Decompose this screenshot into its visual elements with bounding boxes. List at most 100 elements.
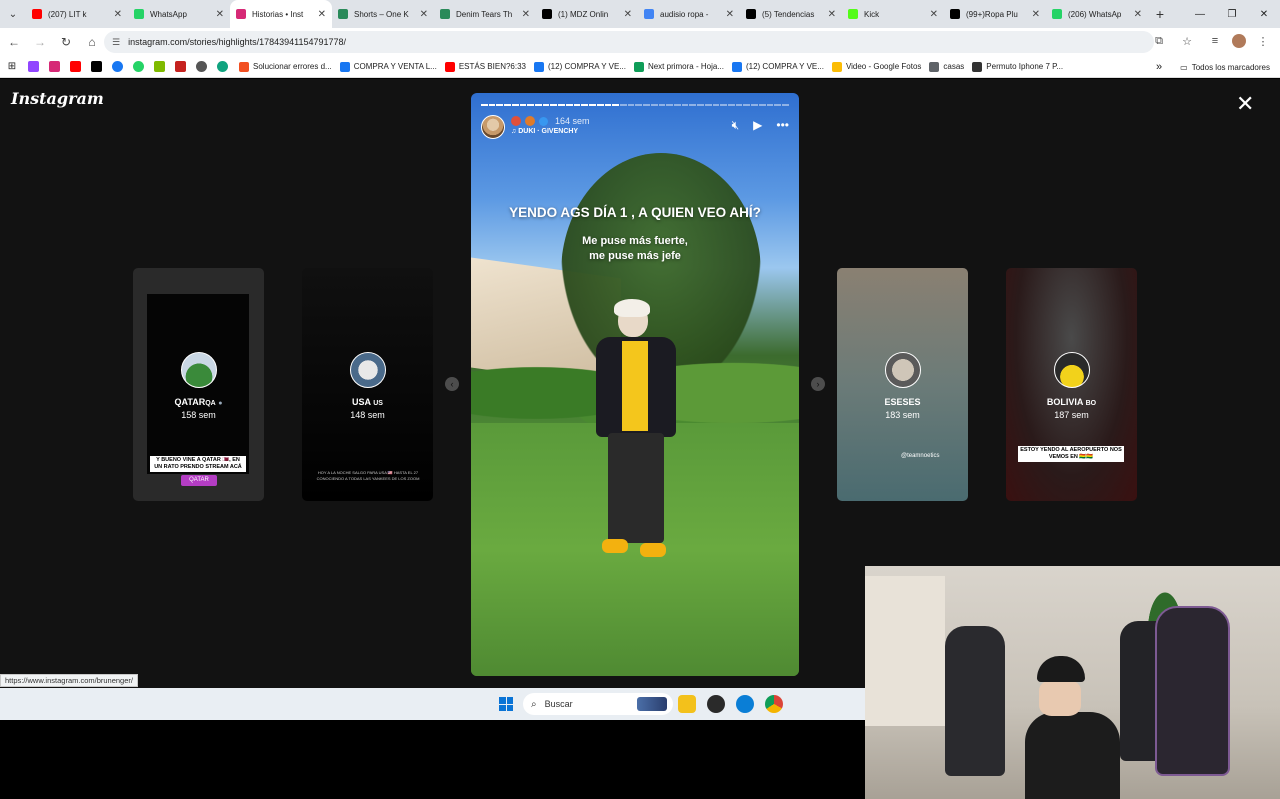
- facebook-bookmark-icon[interactable]: [108, 58, 126, 76]
- youtube-bookmark-icon[interactable]: [66, 58, 84, 76]
- tab-close-icon[interactable]: ✕: [318, 9, 326, 20]
- next-story-arrow[interactable]: ›: [811, 377, 825, 391]
- bookmark-item[interactable]: Next primora - Hoja...: [633, 61, 724, 72]
- chatgpt-bookmark-icon[interactable]: [213, 58, 231, 76]
- forward-icon[interactable]: →: [28, 30, 52, 54]
- tab-close-icon[interactable]: ✕: [522, 9, 530, 20]
- home-icon[interactable]: ⌂: [80, 30, 104, 54]
- windows-bookmark-icon[interactable]: [150, 58, 168, 76]
- search-label: Buscar: [544, 699, 573, 709]
- progress-segment: [782, 104, 789, 106]
- mute-icon[interactable]: 🔇︎: [732, 118, 740, 133]
- windows-start-icon[interactable]: [499, 697, 513, 711]
- progress-segment: [596, 104, 604, 106]
- more-options-icon[interactable]: •••: [776, 118, 789, 133]
- tab-close-icon[interactable]: ✕: [1032, 9, 1040, 20]
- bookmark-item[interactable]: (12) COMPRA Y VE...: [731, 61, 824, 72]
- tab-close-icon[interactable]: ✕: [624, 9, 632, 20]
- tab-close-icon[interactable]: ✕: [1134, 9, 1142, 20]
- chrome-icon[interactable]: [765, 695, 783, 713]
- browser-tab[interactable]: (206) WhatsAp ✕: [1046, 0, 1148, 28]
- browser-tab[interactable]: Kick ✕: [842, 0, 944, 28]
- bookmark-item[interactable]: Video - Google Fotos: [831, 61, 921, 72]
- apps-icon[interactable]: ⊞: [3, 58, 21, 76]
- browser-tab[interactable]: audisio ropa - ✕: [638, 0, 740, 28]
- emoji-icon: [511, 116, 521, 126]
- restore-icon[interactable]: ❐: [1216, 0, 1248, 28]
- tab-close-icon[interactable]: ✕: [216, 9, 224, 20]
- tab-title: (5) Tendencias: [762, 9, 815, 19]
- instagram-logo[interactable]: Instagram: [11, 89, 104, 108]
- browser-tab[interactable]: (1) MDZ Onlin ✕: [536, 0, 638, 28]
- url-bar[interactable]: ☰ instagram.com/stories/highlights/17843…: [104, 31, 1154, 53]
- story-controls: 🔇︎ ▶ •••: [732, 118, 789, 133]
- install-icon[interactable]: ⧉: [1148, 30, 1170, 52]
- browser-tab[interactable]: (5) Tendencias ✕: [740, 0, 842, 28]
- menu-icon[interactable]: ⋮: [1252, 30, 1274, 52]
- browser-tab[interactable]: Denim Tears Th ✕: [434, 0, 536, 28]
- side-story-usa[interactable]: USA US 148 sem HOY A LA NOCHE SALGO PARA…: [302, 268, 433, 501]
- tab-favicon-icon: [950, 9, 960, 19]
- taskbar-search[interactable]: ⌕ Buscar: [523, 693, 673, 715]
- tab-close-icon[interactable]: ✕: [114, 9, 122, 20]
- story-time: 158 sem: [181, 410, 216, 420]
- story-user[interactable]: 164 sem: [511, 116, 590, 126]
- previous-story-arrow[interactable]: ‹: [445, 377, 459, 391]
- story-caption: HOY A LA NOCHE SALGO PARA USA 🇺🇸 HASTA E…: [316, 470, 420, 481]
- story-time: 148 sem: [350, 410, 385, 420]
- side-story-eseses[interactable]: ESESES 183 sem @teamnoetics: [837, 268, 968, 501]
- profile-avatar[interactable]: [1232, 34, 1246, 48]
- bookmark-item[interactable]: casas: [929, 61, 964, 72]
- browser-tab[interactable]: WhatsApp ✕: [128, 0, 230, 28]
- tab-search-dropdown[interactable]: ⌄: [0, 0, 26, 28]
- story-avatar: [181, 352, 217, 388]
- tab-close-icon[interactable]: ✕: [828, 9, 836, 20]
- story-progress-bar: [481, 104, 789, 106]
- bookmark-item[interactable]: COMPRA Y VENTA L...: [339, 61, 437, 72]
- site-info-icon[interactable]: ☰: [112, 37, 120, 48]
- all-bookmarks-folder[interactable]: ▭ Todos los marcadores: [1180, 63, 1270, 72]
- tab-close-icon[interactable]: ✕: [930, 9, 938, 20]
- browser-tab[interactable]: Historias • Inst ✕: [230, 0, 332, 28]
- close-story-icon[interactable]: ✕: [1236, 93, 1254, 115]
- story-text-main: YENDO AGS DÍA 1 , A QUIEN VEO AHÍ?: [509, 205, 761, 220]
- file-explorer-icon[interactable]: [678, 695, 696, 713]
- bookmark-item[interactable]: ESTÁS BIEN?6:33: [444, 61, 526, 72]
- bookmark-item[interactable]: (12) COMPRA Y VE...: [534, 61, 626, 72]
- bookmarks-more-button[interactable]: »: [1156, 61, 1162, 73]
- story-song[interactable]: ♫ DUKI · GIVENCHY: [511, 128, 578, 135]
- twitch-bookmark-icon[interactable]: [24, 58, 42, 76]
- back-icon[interactable]: ←: [2, 30, 26, 54]
- tab-close-icon[interactable]: ✕: [420, 9, 428, 20]
- close-window-icon[interactable]: ✕: [1248, 0, 1280, 28]
- new-tab-button[interactable]: +: [1148, 6, 1172, 22]
- url-text: instagram.com/stories/highlights/1784394…: [128, 37, 347, 47]
- edge-icon[interactable]: [736, 695, 754, 713]
- tab-close-icon[interactable]: ✕: [726, 9, 734, 20]
- story-user-avatar[interactable]: [481, 115, 505, 139]
- globe-bookmark-icon[interactable]: [192, 58, 210, 76]
- bookmark-favicon-icon: [929, 61, 940, 72]
- progress-segment: [712, 104, 720, 106]
- play-icon[interactable]: ▶: [753, 118, 762, 133]
- side-story-bolivia[interactable]: BOLIVIA BO 187 sem ESTOY YENDO AL AEROPU…: [1006, 268, 1137, 501]
- browser-tab[interactable]: (207) LIT k ✕: [26, 0, 128, 28]
- browser-tab[interactable]: Shorts – One K ✕: [332, 0, 434, 28]
- bookmark-star-icon[interactable]: ☆: [1176, 30, 1198, 52]
- bookmark-item[interactable]: Permuto Iphone 7 P...: [972, 61, 1063, 72]
- side-story-qatar[interactable]: QATARQA ● 158 sem Y BUENO VINE A QATAR 🇶…: [133, 268, 264, 501]
- browser-tab[interactable]: (99+)Ropa Plu ✕: [944, 0, 1046, 28]
- gmail-bookmark-icon[interactable]: [171, 58, 189, 76]
- media-icon[interactable]: ≡: [1204, 30, 1226, 52]
- progress-segment: [488, 104, 496, 106]
- obs-icon[interactable]: [707, 695, 725, 713]
- bookmark-item[interactable]: Solucionar errores d...: [239, 61, 332, 72]
- x-bookmark-icon[interactable]: [87, 58, 105, 76]
- minimize-icon[interactable]: —: [1184, 0, 1216, 28]
- main-story[interactable]: 164 sem ♫ DUKI · GIVENCHY 🔇︎ ▶ ••• YENDO…: [471, 93, 799, 676]
- instagram-bookmark-icon[interactable]: [45, 58, 63, 76]
- reload-icon[interactable]: ↻: [54, 30, 78, 54]
- whatsapp-bookmark-icon[interactable]: [129, 58, 147, 76]
- search-icon: ⌕: [531, 698, 537, 710]
- tab-favicon-icon: [440, 9, 450, 19]
